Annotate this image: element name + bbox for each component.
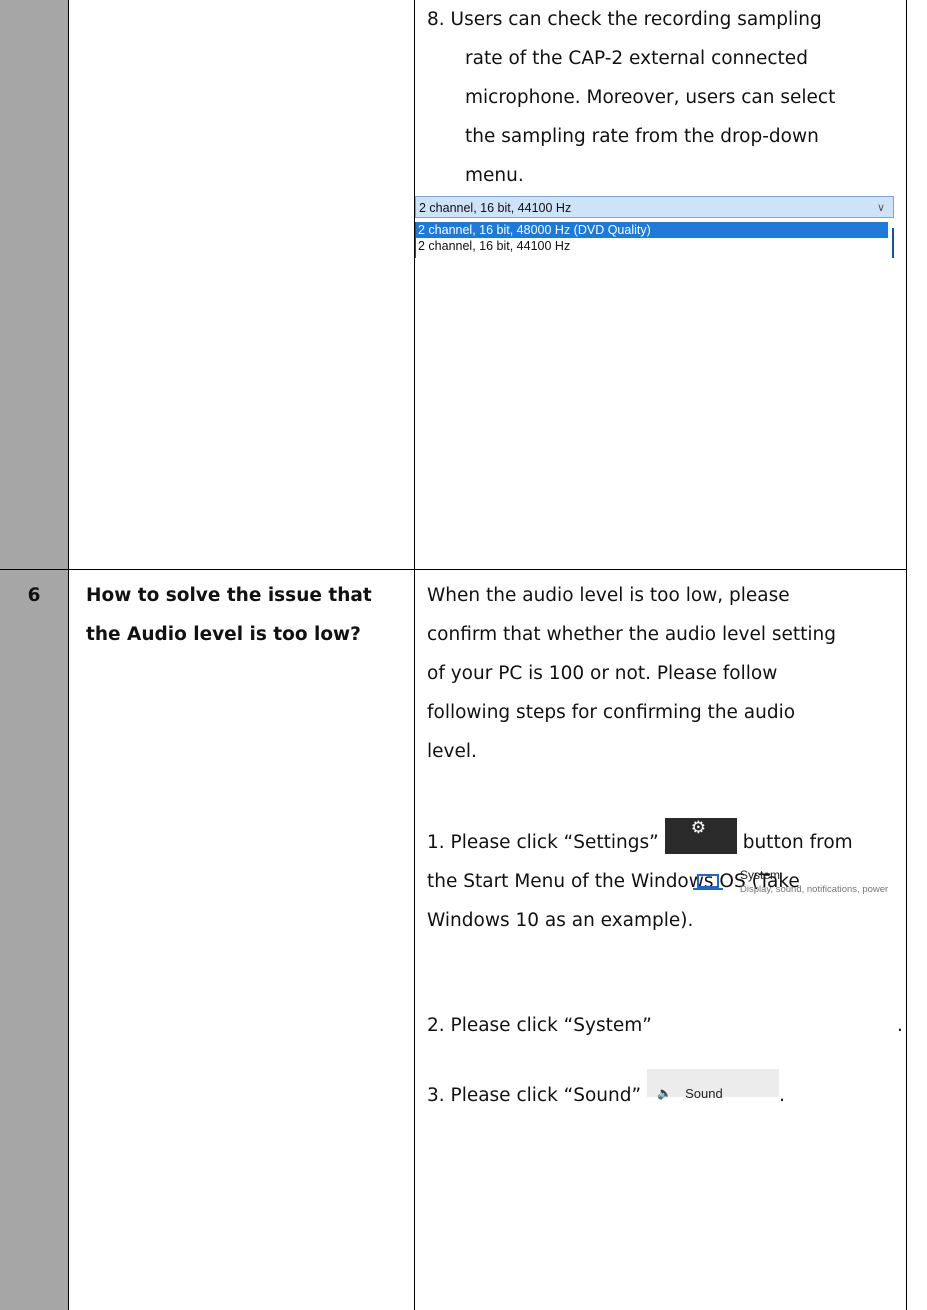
answer-line: of your PC is 100 or not. Please follow xyxy=(427,663,778,684)
row-divider xyxy=(0,569,907,570)
grid-line xyxy=(68,0,69,1310)
document-page: 8. Users can check the recording samplin… xyxy=(0,0,927,1310)
system-subtitle: Display, sound, notifications, power xyxy=(740,884,889,895)
laptop-icon xyxy=(697,874,719,888)
sound-label: Sound xyxy=(685,1086,723,1101)
dropdown-selected-value[interactable]: 2 channel, 16 bit, 44100 Hz ∨ xyxy=(415,196,894,218)
system-tile-image: System Display, sound, notifications, po… xyxy=(693,868,888,908)
step-2-line: 2. Please click “System” . xyxy=(427,1006,907,1045)
text-line: 8. Users can check the recording samplin… xyxy=(427,9,822,30)
dropdown-option[interactable]: 2 channel, 16 bit, 44100 Hz xyxy=(415,238,894,254)
gear-icon: ⚙ xyxy=(690,818,706,838)
answer-line: When the audio level is too low, please xyxy=(427,585,790,606)
answer-line: level. xyxy=(427,741,477,762)
question-line: the Audio level is too low? xyxy=(86,624,361,645)
system-title: System xyxy=(740,868,781,882)
dropdown-options-list: 2 channel, 16 bit, 48000 Hz (DVD Quality… xyxy=(415,222,894,258)
faq-question: How to solve the issue that the Audio le… xyxy=(86,576,406,654)
dropdown-option[interactable]: 2 channel, 16 bit, 48000 Hz (DVD Quality… xyxy=(415,222,888,238)
list-border xyxy=(415,222,416,258)
number-column-shading xyxy=(0,0,68,1310)
step-8-text: 8. Users can check the recording samplin… xyxy=(427,0,907,195)
faq-answer: When the audio level is too low, please … xyxy=(427,576,907,1115)
step-2-text: 2. Please click “System” xyxy=(427,1015,652,1036)
answer-line: following steps for confirming the audio xyxy=(427,702,796,723)
text-line: menu. xyxy=(465,165,524,186)
step-1-text: 1. Please click “Settings” xyxy=(427,832,659,853)
speaker-icon: 🔈 xyxy=(657,1086,673,1100)
dropdown-selected-label: 2 channel, 16 bit, 44100 Hz xyxy=(419,201,572,215)
text-line: microphone. Moreover, users can select xyxy=(465,87,836,108)
list-border xyxy=(892,228,894,258)
text-line: the sampling rate from the drop-down xyxy=(465,126,819,147)
settings-button-image: ⚙ xyxy=(664,818,737,854)
sampling-rate-dropdown[interactable]: 2 channel, 16 bit, 44100 Hz ∨ 2 channel,… xyxy=(415,196,894,258)
chevron-down-icon[interactable]: ∨ xyxy=(877,197,885,219)
step-2-period: . xyxy=(897,1015,903,1036)
answer-line: confirm that whether the audio level set… xyxy=(427,624,836,645)
step-3-period: . xyxy=(779,1085,785,1106)
text-line: rate of the CAP-2 external connected xyxy=(465,48,808,69)
sound-nav-item-image: 🔈 Sound xyxy=(647,1069,780,1101)
step-1-line: 1. Please click “Settings” ⚙ button from xyxy=(427,818,907,862)
row-number: 6 xyxy=(27,585,41,606)
step-3-line: 3. Please click “Sound” 🔈 Sound. xyxy=(427,1069,907,1115)
step-3-text: 3. Please click “Sound” xyxy=(427,1085,642,1106)
laptop-icon-base xyxy=(693,888,723,890)
question-line: How to solve the issue that xyxy=(86,585,372,606)
step-1-text-after: button from xyxy=(742,832,853,853)
